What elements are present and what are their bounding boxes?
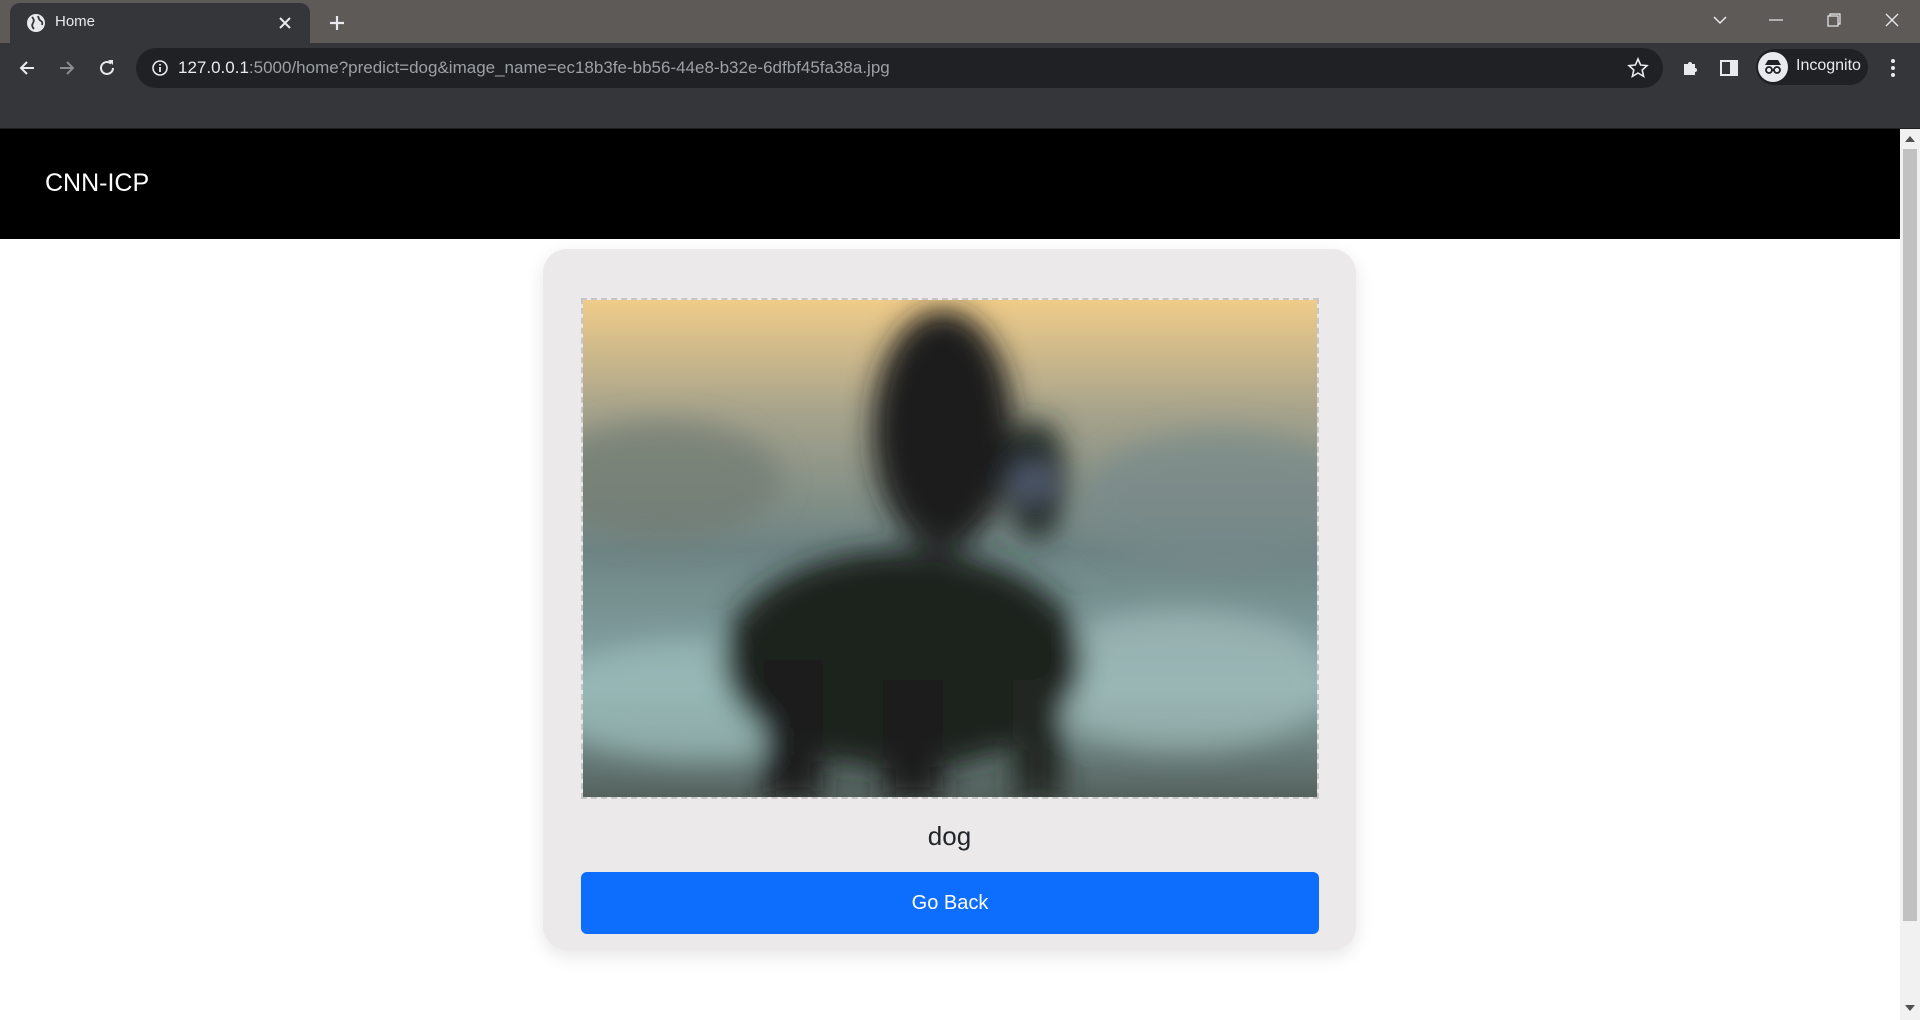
prediction-image: [583, 300, 1317, 797]
restore-icon[interactable]: [1806, 0, 1862, 40]
scroll-down-arrow-icon[interactable]: [1904, 1002, 1916, 1014]
close-window-icon[interactable]: [1864, 0, 1920, 40]
brand-link[interactable]: CNN-ICP: [45, 169, 149, 198]
star-icon[interactable]: [1627, 56, 1649, 79]
browser-tab-bar: Home: [0, 0, 1920, 43]
page-viewport: CNN-ICP dog Go Back: [0, 129, 1900, 1020]
close-icon[interactable]: [274, 12, 296, 34]
site-navbar: CNN-ICP: [0, 129, 1900, 239]
scrollbar-thumb[interactable]: [1903, 149, 1917, 921]
browser-tab-home[interactable]: Home: [10, 3, 310, 43]
image-preview-frame: [581, 298, 1319, 799]
page-scrollbar[interactable]: [1900, 129, 1920, 1020]
url-text[interactable]: 127.0.0.1:5000/home?predict=dog&image_na…: [178, 58, 890, 78]
url-path: :5000/home?predict=dog&image_name=ec18b3…: [248, 58, 890, 77]
scroll-up-arrow-icon[interactable]: [1904, 133, 1916, 145]
address-bar[interactable]: 127.0.0.1:5000/home?predict=dog&image_na…: [136, 48, 1663, 88]
go-back-button[interactable]: Go Back: [581, 872, 1319, 934]
chevron-down-icon[interactable]: [1692, 0, 1748, 40]
puzzle-icon[interactable]: [1673, 51, 1707, 85]
result-card: dog Go Back: [543, 249, 1356, 950]
forward-icon[interactable]: [49, 50, 85, 86]
tab-title: Home: [55, 13, 96, 30]
globe-icon: [26, 13, 46, 33]
browser-toolbar: 127.0.0.1:5000/home?predict=dog&image_na…: [0, 43, 1920, 129]
kebab-menu-icon[interactable]: [1878, 51, 1908, 85]
plus-icon[interactable]: [322, 8, 352, 38]
profile-label: Incognito: [1796, 57, 1861, 74]
prediction-label: dog: [927, 821, 972, 851]
back-icon[interactable]: [9, 50, 45, 86]
incognito-profile-button[interactable]: Incognito: [1756, 49, 1868, 85]
info-icon[interactable]: [150, 58, 170, 78]
minimize-icon[interactable]: [1748, 0, 1804, 40]
reload-icon[interactable]: [89, 50, 125, 86]
incognito-icon: [1758, 52, 1788, 82]
sidepanel-icon[interactable]: [1712, 51, 1746, 85]
url-host: 127.0.0.1: [178, 58, 249, 77]
